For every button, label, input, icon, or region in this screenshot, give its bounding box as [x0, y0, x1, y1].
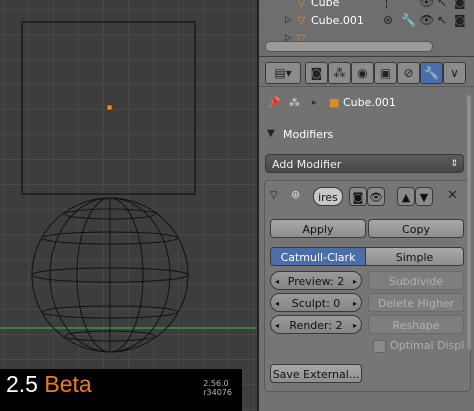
increment-icon[interactable]: ▸: [353, 316, 357, 335]
add-modifier-menu[interactable]: Add Modifier ⇕: [265, 154, 464, 173]
sphere-wireframe: [31, 197, 189, 353]
save-external-button[interactable]: Save External...: [270, 364, 362, 383]
expand-icon[interactable]: ▷: [285, 15, 292, 25]
editor-type-menu[interactable]: ▤▾: [265, 62, 301, 84]
decrement-icon[interactable]: ◂: [275, 294, 279, 313]
cursor-icon[interactable]: ↖: [437, 13, 447, 27]
preview-levels-label: Preview: 2: [287, 275, 345, 288]
horizontal-scrollbar[interactable]: [265, 41, 433, 52]
camera-icon[interactable]: ◙: [454, 0, 466, 9]
increment-icon[interactable]: ▸: [353, 294, 357, 313]
increment-icon[interactable]: ▸: [353, 272, 357, 291]
camera-icon[interactable]: ◙: [454, 13, 466, 27]
build-number: 2.56.0: [203, 379, 229, 388]
collapse-modifier-icon[interactable]: ▽: [270, 190, 278, 201]
modifiers-tab-icon[interactable]: 🔧: [420, 62, 443, 84]
render-levels-label: Render: 2: [289, 319, 343, 332]
subdivide-button[interactable]: Subdivide: [368, 271, 464, 290]
cube-icon: ■: [329, 96, 340, 109]
mesh-icon: ⁂: [289, 96, 300, 109]
optimal-display-label: Optimal Displ: [390, 339, 465, 352]
render-tab-icon[interactable]: ◙: [305, 62, 328, 84]
move-up-icon[interactable]: ▲: [397, 187, 415, 206]
decrement-icon[interactable]: ◂: [275, 316, 279, 335]
sculpt-levels-field[interactable]: ◂ Sculpt: 0 ▸: [270, 293, 362, 312]
updown-arrow-icon: ⇕: [450, 159, 458, 169]
object-icon: ▽: [297, 14, 306, 27]
eye-icon[interactable]: 👁: [419, 13, 434, 27]
add-modifier-label: Add Modifier: [272, 158, 342, 171]
object-tab-icon[interactable]: ▣: [374, 62, 397, 84]
simple-button[interactable]: Simple: [365, 247, 464, 266]
pin-icon[interactable]: 📌: [267, 96, 281, 109]
breadcrumb: 📌 ⁂ ▸ ■ Cube.001: [259, 90, 474, 116]
decrement-icon[interactable]: ◂: [275, 272, 279, 291]
splash-banner: 2.5 Beta 2.56.0 r34076: [0, 369, 242, 411]
properties-tabs: ▤▾ ◙ ⁂ ◉ ▣ ⊘ 🔧 ∨: [259, 58, 474, 87]
object-icon: ▽: [297, 0, 306, 9]
collapse-icon[interactable]: ▼: [267, 128, 275, 139]
optimal-display-option[interactable]: Optimal Displ: [373, 339, 465, 355]
modifier-box: ▽ ⊛ ires ◙ 👁 ▲ ▼ ✕ Apply Copy Catmull-Cl…: [264, 180, 471, 392]
splash-version-number: 2.5: [6, 371, 38, 397]
object-origin: [106, 104, 113, 111]
modifiers-panel-header[interactable]: ▼ Modifiers: [263, 124, 467, 144]
delete-higher-button[interactable]: Delete Higher: [368, 293, 464, 312]
properties-editor: ▽ Cube ┆ 👁 ↖ ◙ ▷ ▽ Cube.001 ⊛ 🔧 👁 ↖ ◙ ▷ …: [259, 0, 474, 411]
scene-tab-icon[interactable]: ⁂: [328, 62, 351, 84]
chevron-right-icon: ▸: [312, 98, 317, 108]
splash-version-tag: Beta: [44, 371, 92, 397]
data-tab-icon[interactable]: ∨: [443, 62, 466, 84]
optimal-display-checkbox[interactable]: [373, 340, 386, 353]
outliner-row[interactable]: ▷ ▽ Cube.001 ⊛ 🔧 👁 ↖ ◙: [259, 12, 474, 31]
viewport-toggle-icon[interactable]: 👁: [367, 187, 385, 206]
outliner: ▽ Cube ┆ 👁 ↖ ◙ ▷ ▽ Cube.001 ⊛ 🔧 👁 ↖ ◙ ▷ …: [259, 0, 474, 57]
preview-levels-field[interactable]: ◂ Preview: 2 ▸: [270, 271, 362, 290]
outliner-label: Cube: [311, 0, 340, 9]
render-toggle-icon[interactable]: ◙: [349, 187, 367, 206]
render-levels-field[interactable]: ◂ Render: 2 ▸: [270, 315, 362, 334]
catmull-clark-button[interactable]: Catmull-Clark: [270, 247, 366, 266]
mesh-data-icon[interactable]: ⊛: [383, 13, 393, 27]
modifier-name-field[interactable]: ires: [313, 187, 343, 206]
copy-button[interactable]: Copy: [368, 219, 464, 238]
splash-version: 2.5 Beta: [6, 371, 92, 398]
revision-number: r34076: [203, 388, 232, 397]
vertical-scrollbar[interactable]: [467, 95, 471, 350]
multires-icon: ⊛: [291, 188, 301, 201]
restrict-icon[interactable]: ┆: [383, 0, 390, 9]
apply-button[interactable]: Apply: [270, 219, 366, 238]
3d-viewport[interactable]: 2.5 Beta 2.56.0 r34076: [0, 0, 257, 411]
move-down-icon[interactable]: ▼: [415, 187, 433, 206]
outliner-label: Cube.001: [311, 14, 364, 27]
wrench-icon[interactable]: 🔧: [401, 13, 416, 27]
cursor-icon[interactable]: ↖: [437, 0, 447, 9]
close-icon[interactable]: ✕: [447, 188, 458, 203]
reshape-button[interactable]: Reshape: [368, 315, 464, 334]
viewport-drawing: [0, 21, 257, 353]
panel-title: Modifiers: [283, 128, 334, 141]
world-tab-icon[interactable]: ◉: [351, 62, 374, 84]
constraints-tab-icon[interactable]: ⊘: [397, 62, 420, 84]
breadcrumb-object: Cube.001: [343, 96, 396, 109]
build-info: 2.56.0 r34076: [203, 379, 232, 397]
sculpt-levels-label: Sculpt: 0: [291, 297, 341, 310]
eye-icon[interactable]: 👁: [419, 0, 434, 9]
